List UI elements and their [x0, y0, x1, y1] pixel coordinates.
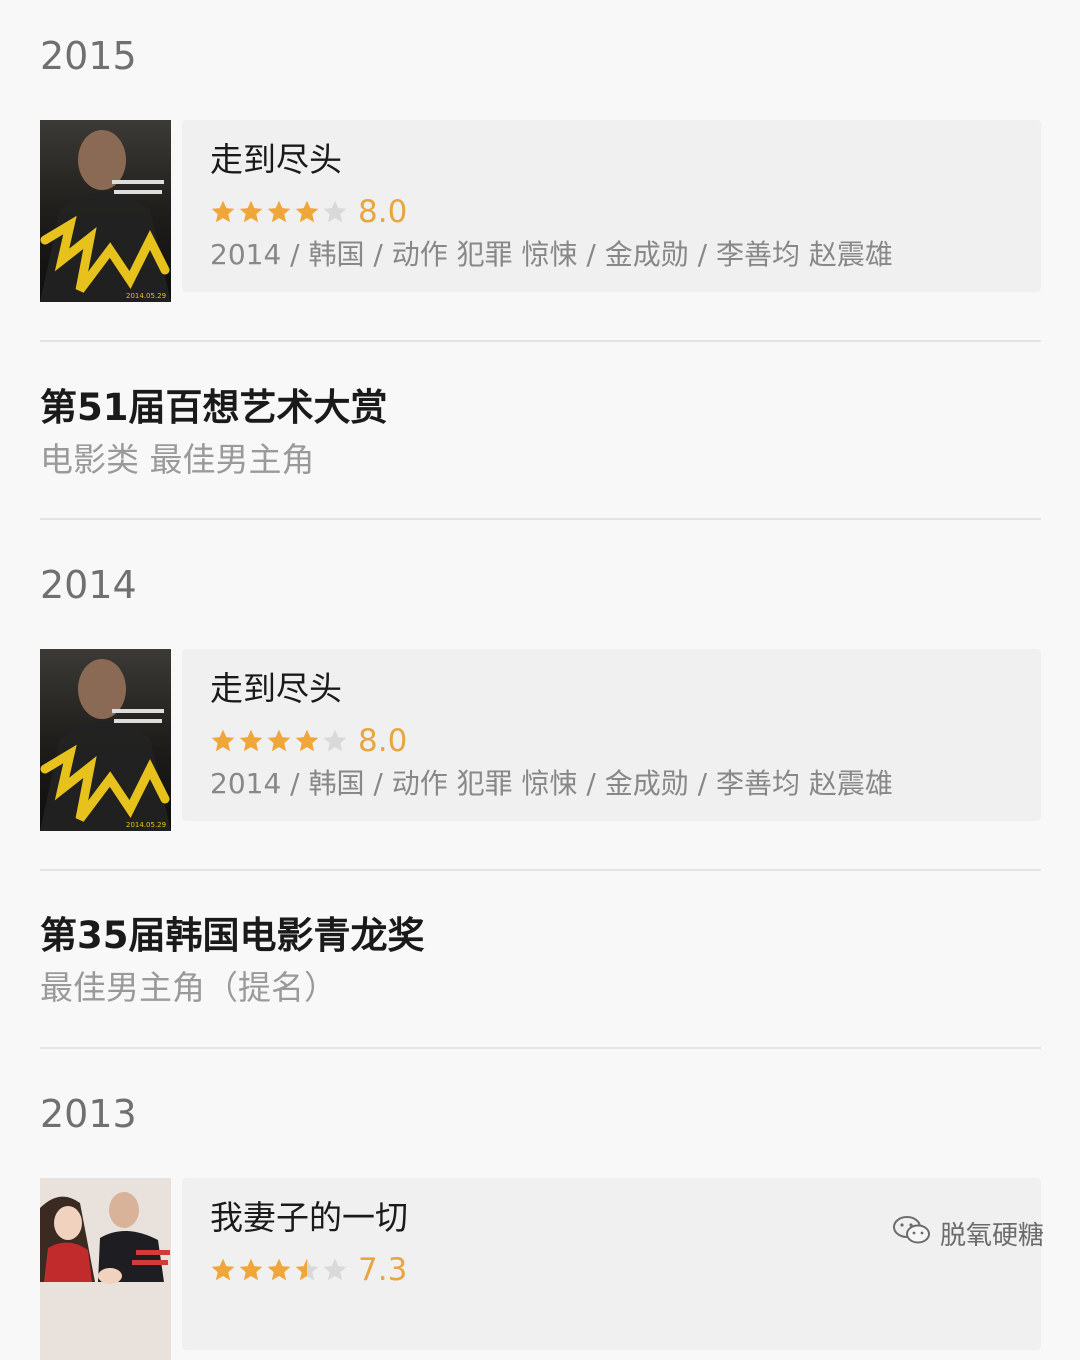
rating-row: 8.0	[210, 192, 407, 232]
movie-poster[interactable]: 2014.05.29	[40, 120, 171, 302]
star-full-icon	[267, 729, 291, 752]
star-rating	[210, 728, 348, 754]
star-full-icon	[239, 729, 263, 752]
movie-title[interactable]: 走到尽头	[210, 140, 342, 180]
movie-card[interactable]: 2014.05.29 走到尽头 8.0 2014 / 韩国 / 动作 犯罪 惊悚…	[40, 120, 1041, 302]
star-rating	[210, 199, 348, 225]
star-full-icon	[211, 1258, 235, 1281]
star-full-icon	[295, 200, 319, 223]
movie-card[interactable]: 我妻子的一切 7.3	[40, 1178, 1041, 1360]
rating-row: 7.3	[210, 1250, 407, 1290]
watermark: 脱氧硬糖	[892, 1214, 1044, 1253]
movie-info[interactable]: 走到尽头 8.0 2014 / 韩国 / 动作 犯罪 惊悚 / 金成勋 / 李善…	[182, 120, 1041, 292]
divider	[40, 518, 1041, 520]
movie-poster[interactable]	[40, 1178, 171, 1360]
movie-meta: 2014 / 韩国 / 动作 犯罪 惊悚 / 金成勋 / 李善均 赵震雄	[210, 238, 893, 271]
divider	[40, 1047, 1041, 1049]
svg-text:2014.05.29: 2014.05.29	[126, 292, 166, 300]
movie-info[interactable]: 走到尽头 8.0 2014 / 韩国 / 动作 犯罪 惊悚 / 金成勋 / 李善…	[182, 649, 1041, 821]
movie-meta: 2014 / 韩国 / 动作 犯罪 惊悚 / 金成勋 / 李善均 赵震雄	[210, 767, 893, 800]
divider	[40, 340, 1041, 342]
star-full-icon	[239, 200, 263, 223]
award-category: 最佳男主角（提名）	[40, 968, 337, 1007]
award-title: 第35届韩国电影青龙奖	[40, 914, 425, 957]
award-category: 电影类 最佳男主角	[40, 440, 315, 479]
movie-info[interactable]: 我妻子的一切 7.3	[182, 1178, 1041, 1350]
star-rating	[210, 1257, 348, 1283]
divider	[40, 869, 1041, 871]
star-full-icon	[267, 1258, 291, 1281]
movie-title[interactable]: 走到尽头	[210, 669, 342, 709]
star-half-icon	[295, 1258, 319, 1281]
movie-card[interactable]: 2014.05.29 走到尽头 8.0 2014 / 韩国 / 动作 犯罪 惊悚…	[40, 649, 1041, 831]
rating-row: 8.0	[210, 721, 407, 761]
year-heading: 2013	[40, 1092, 137, 1136]
award-title: 第51届百想艺术大赏	[40, 386, 388, 429]
star-full-icon	[239, 1258, 263, 1281]
star-full-icon	[267, 200, 291, 223]
star-full-icon	[211, 729, 235, 752]
svg-text:2014.05.29: 2014.05.29	[126, 821, 166, 829]
star-empty-icon	[323, 1258, 347, 1281]
star-empty-icon	[323, 729, 347, 752]
watermark-text: 脱氧硬糖	[939, 1221, 1044, 1251]
year-heading: 2014	[40, 563, 137, 607]
rating-score: 7.3	[358, 1252, 408, 1288]
year-heading: 2015	[40, 34, 137, 78]
star-full-icon	[211, 200, 235, 223]
rating-score: 8.0	[358, 194, 408, 230]
star-full-icon	[295, 729, 319, 752]
rating-score: 8.0	[358, 723, 408, 759]
star-empty-icon	[323, 200, 347, 223]
movie-title[interactable]: 我妻子的一切	[210, 1198, 408, 1238]
wechat-icon	[892, 1214, 932, 1253]
movie-poster[interactable]: 2014.05.29	[40, 649, 171, 831]
